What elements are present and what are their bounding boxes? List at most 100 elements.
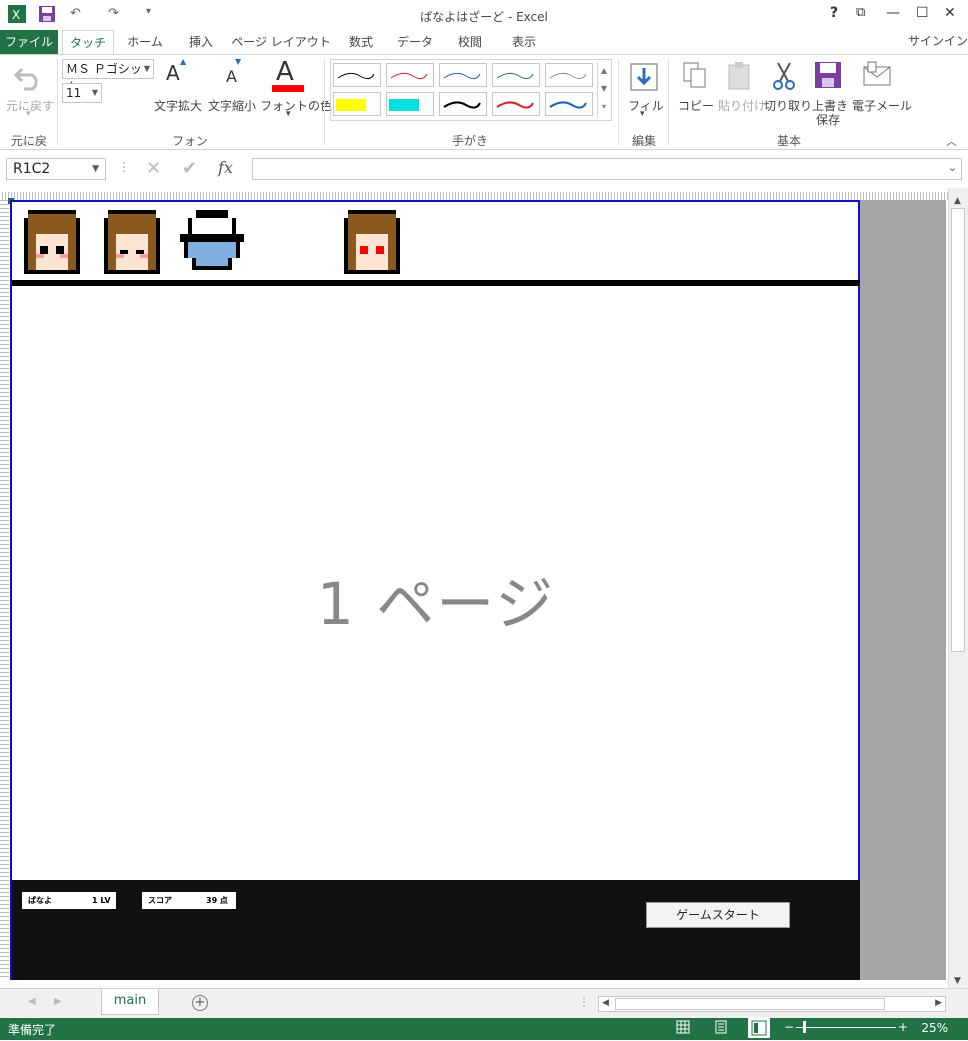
name-box[interactable]: R1C2 ▼	[6, 158, 106, 180]
status-text: 準備完了	[8, 1023, 57, 1037]
pen-green-thin[interactable]	[492, 63, 540, 87]
save-large-icon[interactable]	[814, 61, 842, 92]
next-sheet-icon[interactable]: ▶	[54, 996, 62, 1007]
grow-font-label[interactable]: 文字拡大	[154, 97, 202, 114]
pen-blue-thin[interactable]	[439, 63, 487, 87]
fill-down-icon[interactable]	[630, 63, 658, 94]
pen-group-label: 手がき	[451, 134, 488, 148]
vertical-scroll-thumb[interactable]	[951, 208, 965, 652]
tab-view[interactable]: 表示	[500, 30, 548, 54]
save-label-2[interactable]: 保存	[816, 111, 840, 128]
scroll-down-icon[interactable]: ▼	[954, 976, 961, 986]
expand-formula-icon[interactable]: ⌄	[948, 161, 957, 174]
pen-black-thick[interactable]	[439, 92, 487, 116]
copy-label[interactable]: コピー	[678, 97, 714, 114]
maximize-icon[interactable]: ☐	[916, 5, 929, 21]
horizontal-scroll-thumb[interactable]	[615, 998, 885, 1010]
shrink-font-label[interactable]: 文字縮小	[208, 97, 256, 114]
fill-dropdown-icon[interactable]: ▾	[640, 109, 645, 119]
grow-font-icon[interactable]: A ▲	[166, 57, 186, 85]
font-size-value: 11	[66, 86, 82, 100]
group-separator	[618, 59, 619, 145]
horizontal-scrollbar[interactable]: ◀ ▶	[598, 996, 946, 1012]
name-box-value: R1C2	[13, 161, 51, 177]
page-break-view-icon[interactable]	[748, 1018, 770, 1038]
normal-view-icon[interactable]	[676, 1020, 690, 1037]
pen-red-thin[interactable]	[386, 63, 434, 87]
tab-touch[interactable]: タッチ	[62, 30, 114, 54]
fill-label[interactable]: フィル	[628, 97, 664, 114]
paste-icon[interactable]	[726, 61, 754, 94]
paste-label[interactable]: 貼り付け	[718, 97, 766, 114]
insert-function-icon[interactable]: fx	[218, 158, 233, 177]
pen-gray-thin[interactable]	[545, 63, 593, 87]
print-page[interactable]: 1 ページ ぱなよ 1 LV スコア 39 点 ゲームスタート	[10, 200, 860, 980]
zoom-in-icon[interactable]: +	[898, 1020, 908, 1034]
game-start-button[interactable]: ゲームスタート	[646, 902, 790, 928]
rice-bowl-sprite	[176, 206, 248, 281]
formula-input[interactable]: ⌄	[252, 158, 962, 180]
shrink-font-icon[interactable]: A ▼	[226, 57, 241, 86]
font-name-combo[interactable]: ＭＳ Ｐゴシック▼	[62, 59, 154, 94]
email-icon[interactable]	[862, 61, 892, 92]
chevron-down-icon: ▼	[91, 88, 98, 97]
header-divider	[12, 280, 860, 286]
chevron-down-icon[interactable]: ▼	[92, 159, 99, 179]
column-headers[interactable]	[0, 192, 948, 200]
tab-home[interactable]: ホーム	[118, 30, 172, 54]
tab-insert[interactable]: 挿入	[176, 30, 226, 54]
font-size-combo[interactable]: 11 ▼	[62, 83, 102, 103]
highlighter-yellow[interactable]	[333, 92, 381, 116]
prev-sheet-icon[interactable]: ◀	[28, 996, 36, 1007]
worksheet-area[interactable]: 1 ページ ぱなよ 1 LV スコア 39 点 ゲームスタート ▲ ▼	[0, 188, 968, 988]
gallery-scroll[interactable]: ▲ ▼ ▾	[597, 62, 610, 118]
undo-icon[interactable]	[13, 63, 44, 94]
scroll-right-icon[interactable]: ▶	[935, 998, 942, 1008]
cut-icon[interactable]	[770, 61, 798, 94]
ribbon-tabs: ファイル タッチ ホーム 挿入 ページ レイアウト 数式 データ 校閲 表示 サ…	[0, 30, 968, 54]
tab-data[interactable]: データ	[390, 30, 440, 54]
sheet-tab-main[interactable]: main	[101, 989, 159, 1015]
player-level-box: ぱなよ 1 LV	[22, 892, 116, 909]
zoom-out-icon[interactable]: −	[784, 1020, 794, 1034]
vertical-scrollbar[interactable]: ▲ ▼	[948, 188, 968, 988]
email-label[interactable]: 電子メール	[852, 97, 912, 114]
zoom-slider-thumb[interactable]	[803, 1021, 806, 1033]
undo-dropdown-icon[interactable]: ▾	[26, 109, 31, 119]
collapse-ribbon-icon[interactable]: ︿	[946, 133, 957, 149]
scroll-up-icon[interactable]: ▲	[954, 196, 961, 206]
status-bar: 準備完了 − + 25%	[0, 1018, 968, 1040]
splitter-handle[interactable]: ⋮	[578, 995, 590, 1009]
confirm-entry-icon[interactable]: ✔	[182, 158, 197, 179]
highlighter-cyan[interactable]	[386, 92, 434, 116]
signin-link[interactable]: サインイン	[908, 32, 968, 49]
help-icon[interactable]: ?	[830, 5, 838, 21]
tab-review[interactable]: 校閲	[446, 30, 494, 54]
zoom-slider-track[interactable]	[796, 1027, 896, 1028]
sheet-tab-bar: ◀ ▶ main + ⋮ ◀ ▶	[0, 988, 968, 1018]
page-layout-view-icon[interactable]	[714, 1020, 728, 1037]
font-color-swatch	[272, 85, 304, 92]
cancel-entry-icon[interactable]: ✕	[146, 158, 161, 179]
group-separator	[668, 59, 669, 145]
pen-blue-thick[interactable]	[545, 92, 593, 116]
close-icon[interactable]: ✕	[944, 5, 956, 21]
ribbon-display-options-icon[interactable]: ⧉	[856, 5, 865, 20]
row-headers[interactable]	[0, 200, 9, 980]
add-sheet-icon[interactable]: +	[192, 995, 208, 1011]
cut-label[interactable]: 切り取り	[764, 97, 812, 114]
pen-black-thin[interactable]	[333, 63, 381, 87]
font-color-label[interactable]: フォントの色	[260, 97, 332, 114]
font-color-icon[interactable]: A	[276, 57, 294, 87]
score-box: スコア 39 点	[142, 892, 236, 909]
minimize-icon[interactable]: —	[886, 5, 900, 21]
tab-file[interactable]: ファイル	[0, 30, 58, 54]
zoom-level[interactable]: 25%	[921, 1021, 948, 1035]
pen-red-thick[interactable]	[492, 92, 540, 116]
scroll-left-icon[interactable]: ◀	[602, 998, 609, 1008]
font-color-dropdown-icon[interactable]: ▾	[286, 109, 291, 119]
copy-icon[interactable]	[682, 61, 708, 94]
score-label: スコア	[148, 896, 172, 905]
tab-formulas[interactable]: 数式	[338, 30, 384, 54]
tab-page-layout[interactable]: ページ レイアウト	[230, 30, 332, 54]
